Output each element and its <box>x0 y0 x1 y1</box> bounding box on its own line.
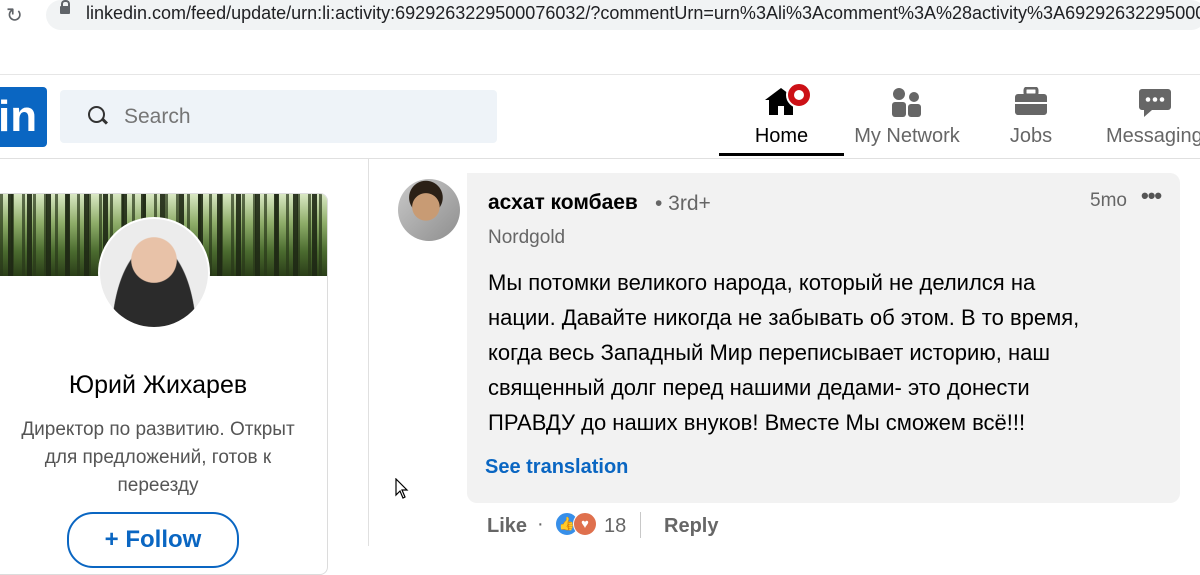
messaging-icon <box>1139 89 1171 117</box>
comment-text: Мы потомки великого народа, который не д… <box>488 265 1168 440</box>
nav-label: Home <box>754 125 809 147</box>
comment-line: нации. Давайте никогда не забывать об эт… <box>488 305 1080 330</box>
search-icon <box>88 106 105 123</box>
briefcase-icon <box>1015 87 1047 115</box>
nav-item-messaging[interactable]: Messaging <box>1102 75 1200 158</box>
action-divider <box>640 512 641 538</box>
nav-label: Messaging <box>1106 125 1200 147</box>
see-translation-link[interactable]: See translation <box>485 456 628 479</box>
lock-icon[interactable] <box>60 0 70 14</box>
notification-badge <box>786 82 812 108</box>
linkedin-logo[interactable]: in <box>0 87 47 147</box>
comment-line: священный долг перед нашими дедами- это … <box>488 375 1030 400</box>
comment-author[interactable]: асхат комбаев <box>488 191 638 215</box>
commenter-avatar[interactable] <box>398 179 460 241</box>
comment-bubble: асхат комбаев • 3rd+ Nordgold 5mo ••• Мы… <box>467 173 1180 503</box>
headline-line: для предложений, готов к <box>44 447 272 468</box>
nav-item-jobs[interactable]: Jobs <box>990 75 1072 158</box>
comment-line: когда весь Западный Мир переписывает ист… <box>488 340 1051 365</box>
active-indicator <box>719 153 844 156</box>
browser-toolbar: ↻ linkedin.com/feed/update/urn:li:activi… <box>0 0 1200 30</box>
headline-line: Директор по развитию. Открыт <box>21 419 295 440</box>
like-button[interactable]: Like <box>487 515 527 538</box>
reload-icon[interactable]: ↻ <box>6 3 23 27</box>
column-divider <box>368 158 369 546</box>
profile-card: Юрий Жихарев Директор по развитию. Откры… <box>0 193 328 575</box>
search-input[interactable] <box>122 104 486 130</box>
logo-text: in <box>0 92 38 141</box>
nav-label: My Network <box>854 125 960 147</box>
mouse-cursor-icon <box>395 478 409 499</box>
more-options-icon[interactable]: ••• <box>1141 183 1162 209</box>
bookmarks-bar <box>0 30 1200 75</box>
headline-line: переезду <box>117 475 199 496</box>
nav-item-home[interactable]: Home <box>719 75 844 158</box>
nav-item-my-network[interactable]: My Network <box>846 75 968 158</box>
comment-line: Мы потомки великого народа, который не д… <box>488 270 1036 295</box>
profile-avatar[interactable] <box>98 217 210 329</box>
url-text[interactable]: linkedin.com/feed/update/urn:li:activity… <box>86 3 1200 24</box>
reaction-count[interactable]: 18 <box>604 515 626 538</box>
commenter-company: Nordgold <box>488 227 566 248</box>
global-nav: in Home My Network Jobs <box>0 75 1200 159</box>
nav-label: Jobs <box>1009 125 1053 147</box>
reply-button[interactable]: Reply <box>664 515 718 538</box>
profile-headline: Директор по развитию. Открыт для предлож… <box>0 416 327 500</box>
profile-name[interactable]: Юрий Жихарев <box>0 371 327 400</box>
separator-dot: · <box>537 513 544 535</box>
network-icon <box>892 88 921 117</box>
love-reaction-icon[interactable]: ♥ <box>573 512 597 536</box>
connection-degree: • 3rd+ <box>655 192 711 215</box>
search-box[interactable] <box>60 90 497 143</box>
comment-line: ПРАВДУ до наших внуков! Вместе Мы сможем… <box>488 410 1026 435</box>
comment-timestamp: 5mo <box>1090 190 1127 211</box>
follow-button[interactable]: + Follow <box>67 512 239 568</box>
